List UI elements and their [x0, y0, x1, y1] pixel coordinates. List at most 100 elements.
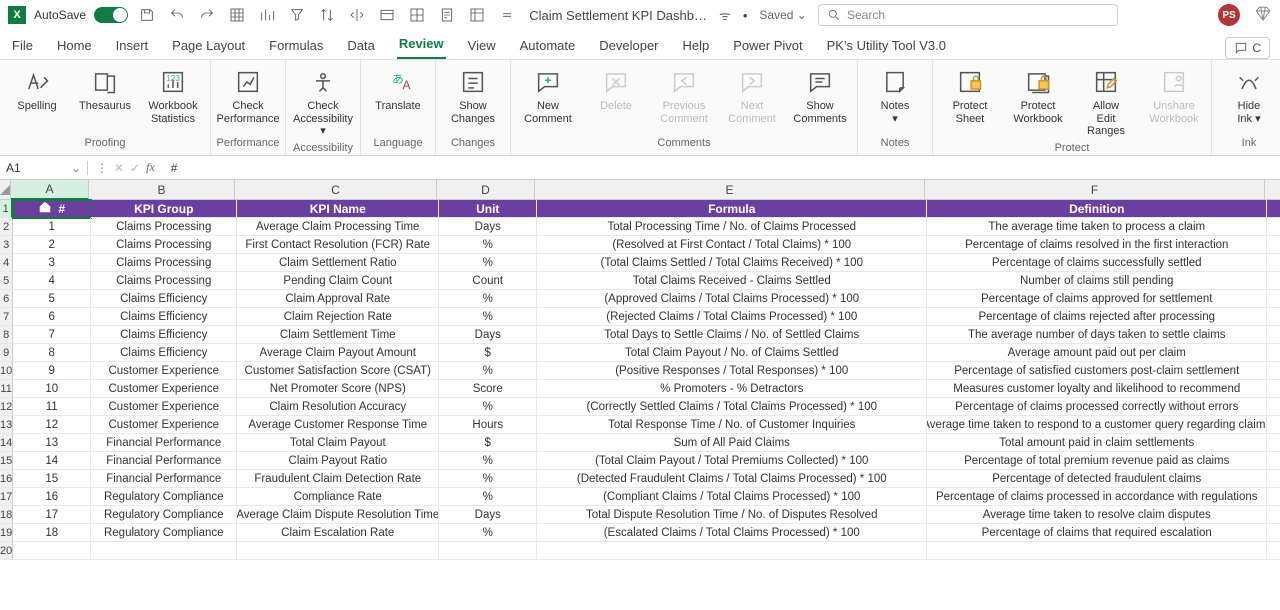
qat-calc-icon[interactable] [436, 4, 458, 26]
cell[interactable]: Claim Rejection Rate [237, 308, 439, 326]
user-avatar[interactable]: PS [1218, 4, 1240, 26]
cell[interactable]: 4 [13, 272, 91, 290]
cell[interactable]: (Approved Claims / Total Claims Processe… [537, 290, 927, 308]
cell[interactable]: The average time taken to process a clai… [927, 218, 1267, 236]
hide-ink-button[interactable]: HideInk ▾ [1220, 64, 1278, 125]
col-header-A[interactable]: A [11, 180, 89, 200]
row-header-5[interactable]: 5 [0, 272, 13, 290]
cell[interactable]: The average number of days taken to sett… [927, 326, 1267, 344]
row-header-19[interactable]: 19 [0, 524, 13, 542]
cell[interactable]: $ [439, 344, 537, 362]
cell[interactable]: (Positive Responses / Total Responses) *… [537, 362, 927, 380]
cell[interactable]: % [439, 398, 537, 416]
header-cell-F[interactable]: Definition [927, 200, 1267, 218]
cell[interactable]: 2 [13, 236, 91, 254]
cell[interactable]: Measures customer loyalty and likelihood… [927, 380, 1267, 398]
cell[interactable]: UTB [1267, 254, 1280, 272]
cell[interactable]: Claim Settlement Time [237, 326, 439, 344]
row-header-9[interactable]: 9 [0, 344, 13, 362]
cell[interactable]: Regulatory Compliance [91, 488, 237, 506]
qat-more-icon[interactable] [496, 4, 518, 26]
cell[interactable]: Claim Settlement Ratio [237, 254, 439, 272]
cell[interactable]: Total Claims Received - Claims Settled [537, 272, 927, 290]
protect-sheet-button[interactable]: ProtectSheet [941, 64, 999, 125]
cell[interactable]: Hours [439, 416, 537, 434]
cell[interactable]: Pending Claim Count [237, 272, 439, 290]
cell[interactable]: Claim Escalation Rate [237, 524, 439, 542]
comments-pane-toggle[interactable]: C [1225, 37, 1270, 59]
cell[interactable] [1267, 542, 1280, 560]
qat-chart-icon[interactable] [256, 4, 278, 26]
header-cell-D[interactable]: Unit [439, 200, 537, 218]
cell[interactable] [439, 542, 537, 560]
cell[interactable]: Percentage of detected fraudulent claims [927, 470, 1267, 488]
header-cell-G[interactable]: Type [1267, 200, 1280, 218]
cell[interactable]: Regulatory Compliance [91, 524, 237, 542]
cell[interactable]: 17 [13, 506, 91, 524]
header-cell-B[interactable]: KPI Group [91, 200, 237, 218]
premium-icon[interactable] [1254, 5, 1272, 26]
cell[interactable]: Claims Efficiency [91, 344, 237, 362]
qat-table-icon[interactable] [376, 4, 398, 26]
qat-grid-icon[interactable] [226, 4, 248, 26]
notes-button[interactable]: Notes▾ [866, 64, 924, 125]
tab-developer[interactable]: Developer [597, 32, 660, 59]
cell[interactable]: LTB [1267, 524, 1280, 542]
tab-view[interactable]: View [466, 32, 498, 59]
cell[interactable]: Percentage of claims successfully settle… [927, 254, 1267, 272]
cell[interactable]: Regulatory Compliance [91, 506, 237, 524]
tab-data[interactable]: Data [345, 32, 376, 59]
row-header-4[interactable]: 4 [0, 254, 13, 272]
share-icon[interactable]: ᯤ [719, 6, 731, 24]
tab-file[interactable]: File [10, 32, 35, 59]
formula-input[interactable]: # [163, 161, 1280, 175]
cell[interactable]: LTB [1267, 452, 1280, 470]
row-header-12[interactable]: 12 [0, 398, 13, 416]
cell[interactable]: $ [439, 434, 537, 452]
cell[interactable]: % [439, 524, 537, 542]
protect-workbook-button[interactable]: ProtectWorkbook [1009, 64, 1067, 125]
cell[interactable]: Percentage of claims approved for settle… [927, 290, 1267, 308]
cell[interactable]: Total Claim Payout / No. of Claims Settl… [537, 344, 927, 362]
cell[interactable]: Total Claim Payout [237, 434, 439, 452]
cell[interactable]: Net Promoter Score (NPS) [237, 380, 439, 398]
row-header-7[interactable]: 7 [0, 308, 13, 326]
cell[interactable]: Percentage of claims resolved in the fir… [927, 236, 1267, 254]
cell[interactable]: (Resolved at First Contact / Total Claim… [537, 236, 927, 254]
cell[interactable]: LTB [1267, 434, 1280, 452]
tab-insert[interactable]: Insert [114, 32, 151, 59]
cell[interactable]: Average amount paid out per claim [927, 344, 1267, 362]
workbook-stats-button[interactable]: 123WorkbookStatistics [144, 64, 202, 125]
cell[interactable]: Customer Experience [91, 380, 237, 398]
cell[interactable]: Fraudulent Claim Detection Rate [237, 470, 439, 488]
cell[interactable]: Days [439, 326, 537, 344]
cell[interactable]: Claims Processing [91, 218, 237, 236]
cell[interactable]: Percentage of claims processed in accord… [927, 488, 1267, 506]
fx-icon[interactable]: fx [146, 160, 155, 175]
cell[interactable]: LTB [1267, 326, 1280, 344]
col-header-E[interactable]: E [535, 180, 925, 200]
tab-formulas[interactable]: Formulas [267, 32, 325, 59]
qat-pivot-icon[interactable] [466, 4, 488, 26]
cell[interactable]: Score [439, 380, 537, 398]
cell[interactable]: Average time taken to respond to a custo… [927, 416, 1267, 434]
row-header-13[interactable]: 13 [0, 416, 13, 434]
row-header-10[interactable]: 10 [0, 362, 13, 380]
row-header-20[interactable]: 20 [0, 542, 13, 560]
spelling-button[interactable]: Spelling [8, 64, 66, 113]
cell[interactable]: Customer Experience [91, 398, 237, 416]
row-header-3[interactable]: 3 [0, 236, 13, 254]
cell[interactable]: Total amount paid in claim settlements [927, 434, 1267, 452]
cell[interactable]: Average time taken to resolve claim disp… [927, 506, 1267, 524]
show-comments-button[interactable]: ShowComments [791, 64, 849, 125]
cell[interactable]: Claim Payout Ratio [237, 452, 439, 470]
cell[interactable]: LTB [1267, 344, 1280, 362]
cell[interactable]: 1 [13, 218, 91, 236]
select-all-corner[interactable] [0, 180, 11, 200]
cell[interactable]: Percentage of satisfied customers post-c… [927, 362, 1267, 380]
cell[interactable]: (Total Claims Settled / Total Claims Rec… [537, 254, 927, 272]
col-header-B[interactable]: B [89, 180, 235, 200]
cell[interactable]: Average Claim Dispute Resolution Time [237, 506, 439, 524]
redo-icon[interactable] [196, 4, 218, 26]
row-header-6[interactable]: 6 [0, 290, 13, 308]
